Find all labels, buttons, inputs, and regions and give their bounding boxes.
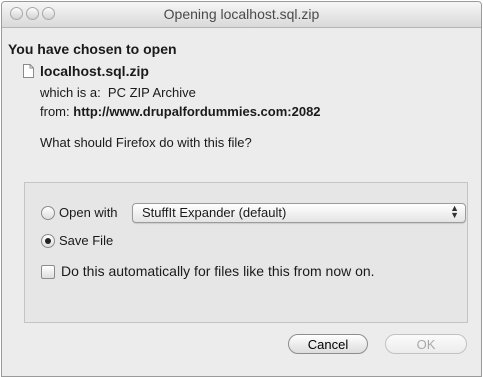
- source-line: from: http://www.drupalfordummies.com:20…: [40, 104, 321, 119]
- file-type-line: which is a: PC ZIP Archive: [40, 85, 196, 100]
- dialog-heading: You have chosen to open: [8, 41, 177, 57]
- radio-selected-dot: [45, 238, 51, 244]
- auto-action-label[interactable]: Do this automatically for files like thi…: [61, 263, 375, 279]
- save-file-label[interactable]: Save File: [59, 233, 113, 248]
- cancel-button[interactable]: Cancel: [288, 334, 368, 354]
- ok-button[interactable]: OK: [385, 334, 467, 354]
- up-down-arrows-icon: ▲ ▼: [450, 203, 459, 220]
- open-with-radio[interactable]: [41, 206, 55, 220]
- document-icon: [23, 64, 34, 78]
- auto-action-checkbox[interactable]: [41, 265, 55, 279]
- download-dialog-window: Opening localhost.sql.zip You have chose…: [1, 1, 482, 377]
- source-label: from:: [40, 104, 70, 119]
- save-file-radio[interactable]: [41, 234, 55, 248]
- file-name: localhost.sql.zip: [40, 63, 149, 79]
- source-url: http://www.drupalfordummies.com:2082: [73, 104, 321, 119]
- action-question: What should Firefox do with this file?: [40, 135, 252, 150]
- open-with-label[interactable]: Open with: [59, 205, 118, 220]
- application-select[interactable]: StuffIt Expander (default) ▲ ▼: [132, 203, 466, 223]
- title-bar[interactable]: Opening localhost.sql.zip: [2, 2, 481, 28]
- window-title: Opening localhost.sql.zip: [163, 6, 320, 22]
- application-select-value: StuffIt Expander (default): [142, 205, 287, 220]
